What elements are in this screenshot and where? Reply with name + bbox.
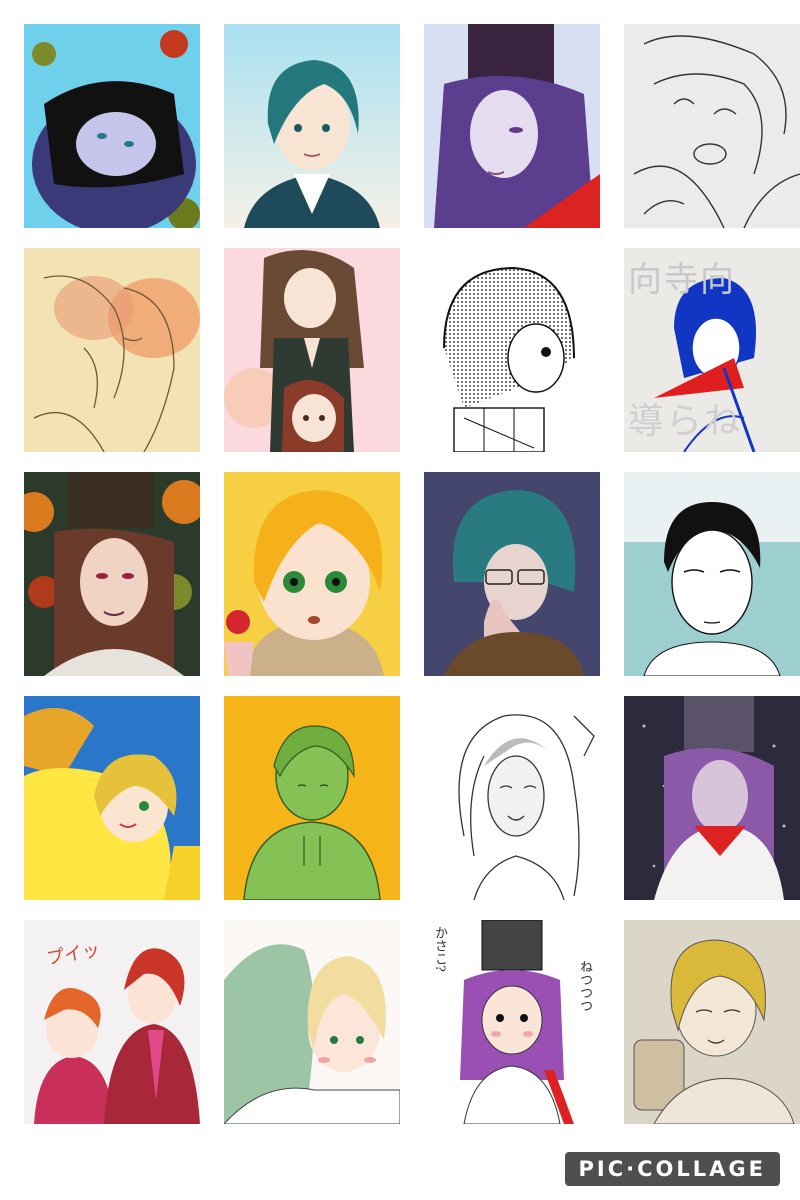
pic-collage-watermark: PIC·COLLAGE bbox=[564, 1152, 780, 1186]
collage-tile[interactable] bbox=[24, 472, 200, 676]
collage-tile[interactable]: 向寺向 導らね bbox=[624, 248, 800, 452]
collage-tile[interactable] bbox=[24, 696, 200, 900]
collage-tile[interactable] bbox=[624, 472, 800, 676]
kanji-caption-bottom: 導らね bbox=[628, 401, 743, 442]
collage-tile[interactable] bbox=[624, 24, 800, 228]
kanji-caption-top: 向寺向 bbox=[628, 260, 736, 300]
collage-tile[interactable]: プイッ bbox=[24, 920, 200, 1124]
collage-tile[interactable] bbox=[224, 24, 400, 228]
collage-tile[interactable] bbox=[224, 248, 400, 452]
collage-tile[interactable]: かさこ? ねつつつ bbox=[424, 920, 600, 1124]
collage-grid: 向寺向 導らね プイッ かさこ? ねつつつ bbox=[24, 24, 800, 1124]
collage-tile[interactable] bbox=[24, 24, 200, 228]
collage-tile[interactable] bbox=[624, 920, 800, 1124]
collage-tile[interactable] bbox=[424, 248, 600, 452]
speech-caption-2: ねつつつ bbox=[577, 960, 592, 1012]
speech-caption-1: かさこ? bbox=[432, 926, 447, 972]
watermark-label: PIC·COLLAGE bbox=[578, 1157, 766, 1181]
collage-tile[interactable] bbox=[424, 472, 600, 676]
collage-tile[interactable] bbox=[24, 248, 200, 452]
collage-tile[interactable] bbox=[624, 696, 800, 900]
collage-tile[interactable] bbox=[424, 24, 600, 228]
collage-tile[interactable] bbox=[224, 472, 400, 676]
collage-tile[interactable] bbox=[424, 696, 600, 900]
collage-tile[interactable] bbox=[224, 696, 400, 900]
collage-tile[interactable] bbox=[224, 920, 400, 1124]
